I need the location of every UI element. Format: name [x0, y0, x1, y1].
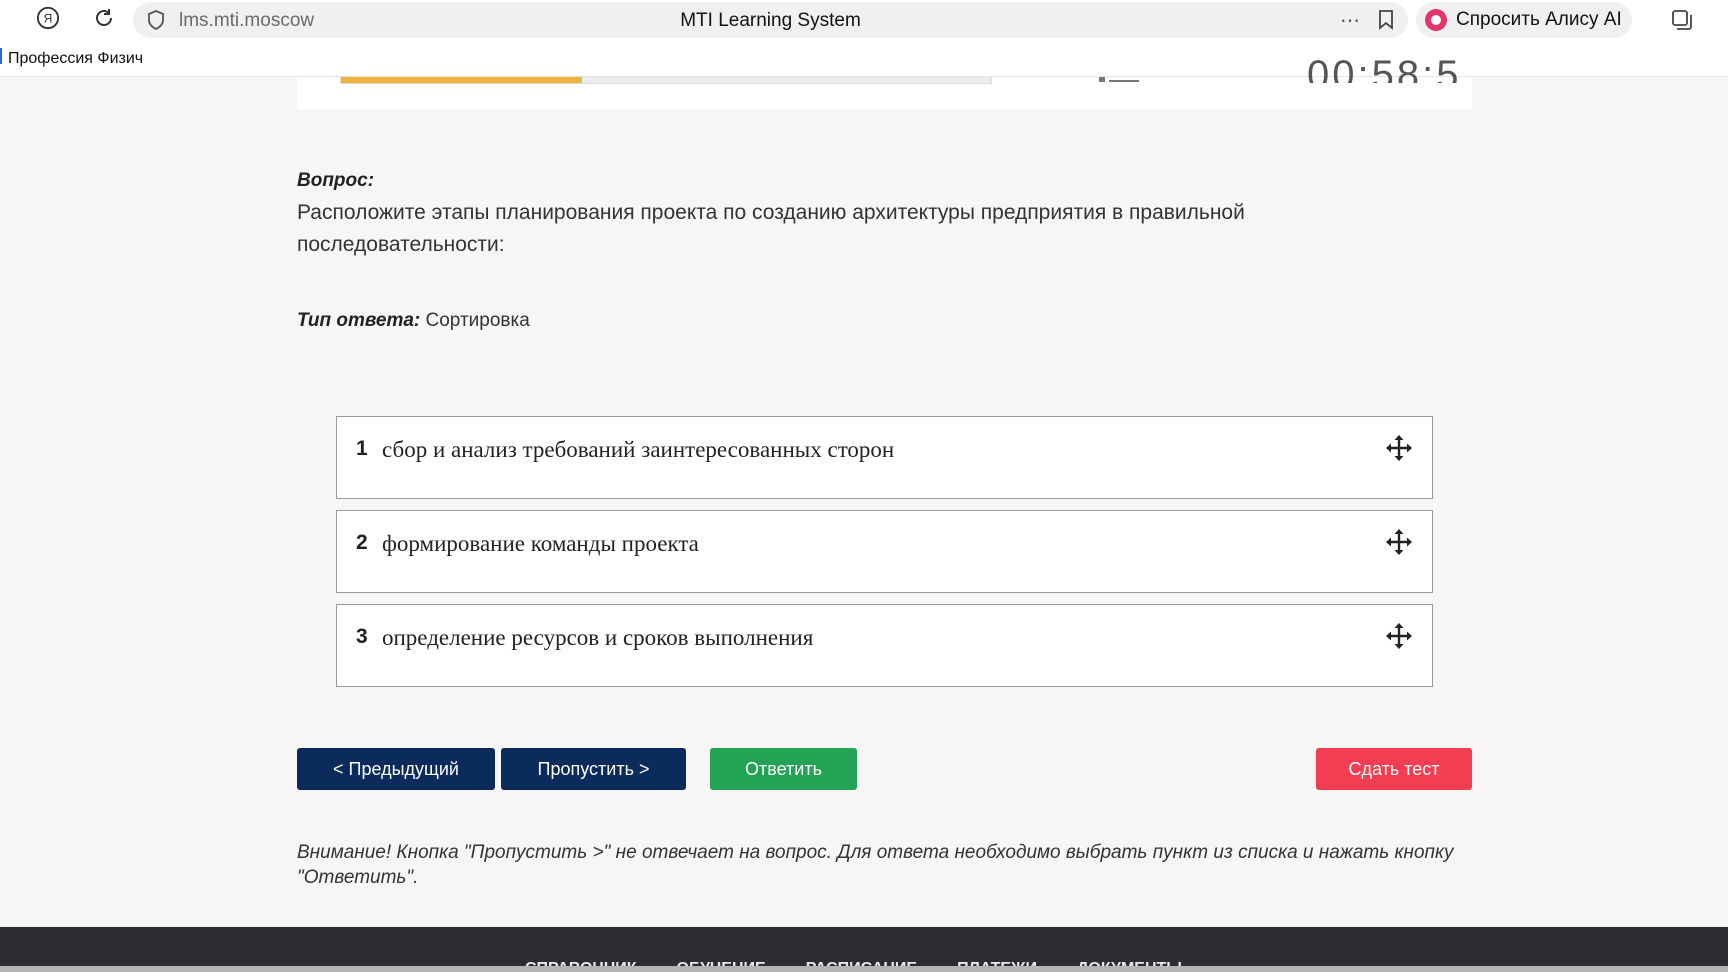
drag-move-icon[interactable] [1385, 622, 1413, 650]
sortable-item[interactable]: 3 определение ресурсов и сроков выполнен… [336, 604, 1433, 687]
progress-fill [341, 77, 582, 83]
item-number: 2 [356, 531, 368, 554]
item-number: 1 [356, 437, 368, 460]
drag-move-icon[interactable] [1385, 434, 1413, 462]
sortable-item[interactable]: 2 формирование команды проекта [336, 510, 1433, 593]
alice-icon [1425, 9, 1447, 31]
page-title: MTI Learning System [680, 10, 861, 31]
stats-icon [1099, 77, 1141, 83]
sortable-list: 1 сбор и анализ требований заинтересован… [336, 416, 1433, 698]
question-text: Расположите этапы планирования проекта п… [297, 201, 1245, 256]
skip-warning: Внимание! Кнопка "Пропустить >" не отвеч… [297, 842, 1454, 888]
yandex-icon[interactable]: Я [36, 6, 60, 30]
item-text: формирование команды проекта [382, 531, 699, 556]
drag-move-icon[interactable] [1385, 528, 1413, 556]
previous-button[interactable]: < Предыдущий [297, 748, 495, 790]
bookmarks-bar: Профессия Физиче [0, 40, 1728, 77]
item-text: сбор и анализ требований заинтересованны… [382, 437, 895, 462]
svg-text:Я: Я [44, 12, 53, 26]
alice-label: Спросить Алису AI [1456, 9, 1622, 30]
answer-type: Тип ответа: Сортировка [297, 310, 530, 332]
bookmark-favicon [0, 48, 2, 64]
sortable-item[interactable]: 1 сбор и анализ требований заинтересован… [336, 416, 1433, 499]
question-label: Вопрос: [297, 170, 375, 191]
alice-button[interactable]: Спросить Алису AI [1416, 2, 1632, 38]
item-number: 3 [356, 625, 368, 648]
bookmark-icon[interactable] [1378, 10, 1394, 35]
skip-button[interactable]: Пропустить > [501, 748, 686, 790]
footer-strip [0, 966, 1728, 972]
answer-button[interactable]: Ответить [710, 748, 857, 790]
submit-test-button[interactable]: Сдать тест [1316, 748, 1472, 790]
test-status-card: 00:58:54 [297, 55, 1472, 109]
reload-icon[interactable] [92, 6, 116, 30]
answer-type-label: Тип ответа: [297, 310, 421, 331]
tabs-icon[interactable] [1670, 8, 1694, 37]
address-bar[interactable]: lms.mti.moscow MTI Learning System ⋯ [133, 2, 1408, 38]
item-text: определение ресурсов и сроков выполнения [382, 625, 814, 650]
progress-bar [340, 77, 992, 84]
answer-type-value: Сортировка [425, 310, 530, 331]
bookmark-link[interactable]: Профессия Физиче [8, 50, 142, 68]
more-icon[interactable]: ⋯ [1340, 8, 1360, 33]
timer-text: 00:58:54 [1307, 55, 1462, 83]
timer: 00:58:54 [1307, 55, 1462, 83]
browser-toolbar: Я lms.mti.moscow MTI Learning System ⋯ С… [0, 0, 1728, 40]
footer: Справочник Обучение Расписание Платежи Д… [0, 927, 1728, 972]
